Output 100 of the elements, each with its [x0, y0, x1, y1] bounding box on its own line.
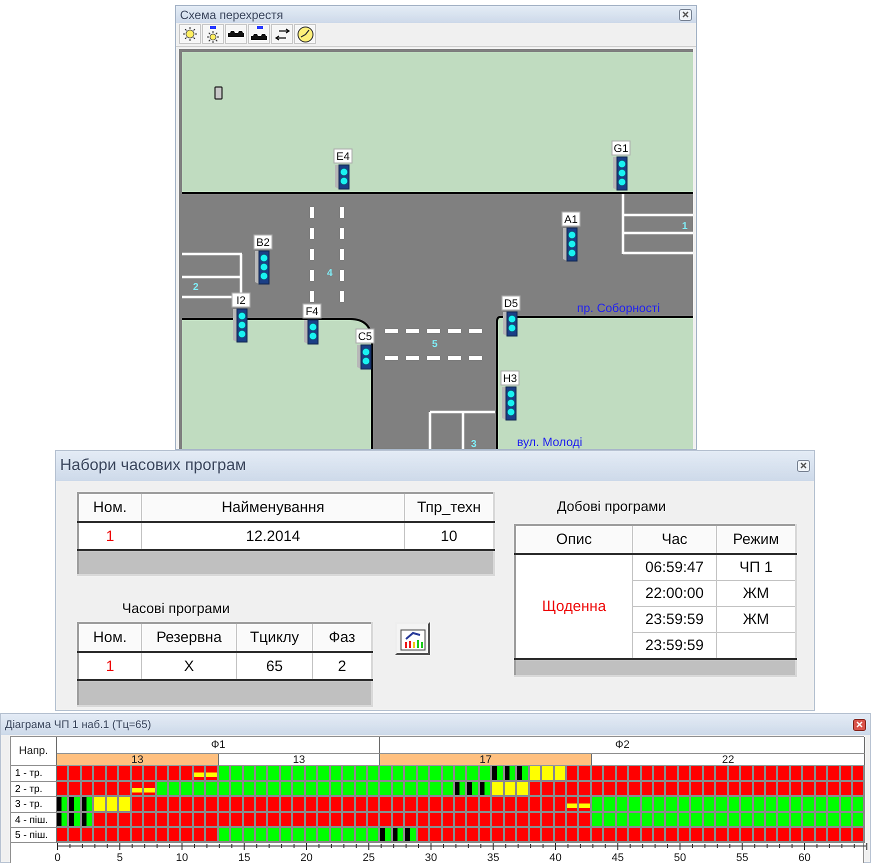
window-title: Діаграма ЧП 1 наб.1 (Тц=65)	[5, 718, 152, 730]
signal-cell	[530, 813, 542, 828]
traffic-light-icon[interactable]	[503, 312, 518, 336]
close-icon[interactable]	[679, 8, 692, 20]
signal-cell	[418, 766, 430, 782]
signal-cell	[741, 813, 754, 828]
signal-cell	[741, 766, 754, 782]
close-icon[interactable]	[797, 460, 810, 472]
toolbar-button[interactable]	[248, 24, 270, 44]
signal-cell	[206, 766, 219, 782]
signal-cell	[256, 828, 268, 843]
signal-cell	[82, 797, 94, 813]
table-cell: 23:59:59	[632, 606, 716, 632]
close-icon[interactable]	[853, 718, 866, 730]
signal-cell	[517, 813, 530, 828]
signal-cell	[766, 782, 778, 797]
direction-label: 3 - тр.	[11, 797, 57, 813]
signal-cell	[754, 782, 766, 797]
signal-cell	[790, 766, 804, 782]
signal-cell	[380, 766, 393, 782]
traffic-light-icon[interactable]	[304, 320, 318, 344]
signal-cell	[168, 797, 182, 813]
toolbar-button[interactable]	[271, 24, 293, 44]
signal-cell	[467, 813, 480, 828]
traffic-light-icon[interactable]	[502, 386, 516, 420]
signal-cell	[430, 766, 443, 782]
signal-cell	[716, 782, 729, 797]
chart-button[interactable]	[395, 622, 430, 655]
signal-cell	[666, 828, 679, 843]
signal-cell	[69, 828, 82, 843]
signal-cell	[69, 797, 82, 813]
signal-cell	[181, 782, 194, 797]
axis-label: 25	[362, 852, 375, 863]
signal-cell	[828, 766, 841, 782]
signal-cell	[517, 797, 530, 813]
signal-cell	[790, 797, 804, 813]
signal-cell	[106, 766, 120, 782]
column-header: Режим	[716, 525, 796, 554]
toolbar-button[interactable]	[179, 24, 201, 44]
signal-cell	[280, 813, 294, 828]
signal-cell	[206, 782, 219, 797]
signal-cell	[268, 782, 281, 797]
signal-cell	[455, 782, 468, 797]
signal-cell	[592, 766, 604, 782]
signal-cell	[566, 782, 580, 797]
signal-cell	[119, 782, 132, 797]
signal-cell	[517, 782, 530, 797]
direction-label: 5 - піш.	[11, 828, 57, 843]
toolbar-button[interactable]	[294, 24, 316, 44]
signal-cell	[442, 813, 455, 828]
signal-cell	[566, 813, 580, 828]
phase-duration: 22	[592, 754, 866, 766]
signal-cell	[816, 813, 828, 828]
traffic-light-icon[interactable]	[563, 228, 578, 262]
signal-cell	[704, 782, 716, 797]
axis-label: 15	[238, 852, 250, 863]
signal-cell	[790, 782, 804, 797]
traffic-light-icon[interactable]	[233, 308, 248, 342]
signal-cell	[418, 813, 430, 828]
signal-cell	[442, 782, 455, 797]
signal-cell	[691, 782, 704, 797]
signal-cell	[704, 797, 716, 813]
toolbar-button[interactable]	[202, 24, 224, 44]
column-header: Ном.	[78, 623, 142, 652]
signal-cell	[231, 813, 244, 828]
signal-cell	[554, 813, 567, 828]
cars-icon	[228, 29, 244, 39]
signal-cell	[144, 766, 156, 782]
signal-cell	[306, 797, 318, 813]
signal-cell	[816, 797, 828, 813]
section-title: Добові програми	[557, 498, 667, 514]
signal-cell	[306, 828, 318, 843]
signal-cell	[318, 828, 331, 843]
signal-cell	[293, 828, 306, 843]
signal-cell	[566, 828, 580, 843]
signal-cell	[418, 828, 430, 843]
signal-cell	[616, 813, 630, 828]
signal-cell	[504, 782, 518, 797]
signal-cell	[604, 813, 617, 828]
cabinet-icon[interactable]	[214, 86, 223, 100]
signal-cell	[392, 782, 406, 797]
signal-cell	[803, 813, 816, 828]
signal-cell	[256, 797, 268, 813]
traffic-light-icon[interactable]	[357, 344, 372, 370]
signal-cell	[442, 828, 455, 843]
signal-cell	[57, 813, 70, 828]
signal-cell	[106, 813, 120, 828]
traffic-light-icon[interactable]	[335, 164, 350, 190]
signal-cell	[728, 766, 742, 782]
traffic-light-icon[interactable]	[255, 250, 270, 284]
traffic-light-icon[interactable]	[613, 156, 628, 190]
signal-cell	[754, 797, 766, 813]
signal-cell	[306, 766, 318, 782]
signal-cell	[194, 813, 206, 828]
signal-cell	[330, 828, 344, 843]
signal-cell	[94, 813, 107, 828]
phase-duration: 13	[218, 754, 380, 766]
signal-cell	[106, 782, 120, 797]
axis-label: 60	[798, 852, 811, 863]
toolbar-button[interactable]	[225, 24, 247, 44]
